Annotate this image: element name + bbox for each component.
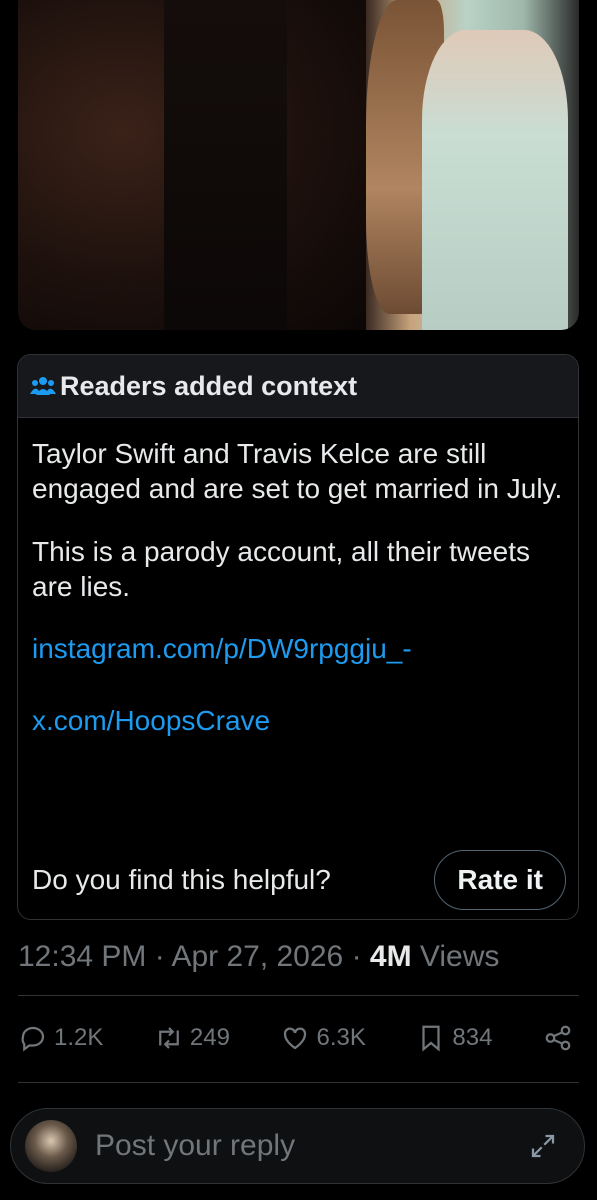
photo-dress	[421, 30, 568, 330]
reply-button[interactable]: 1.2K	[18, 1023, 103, 1053]
like-icon	[284, 1027, 307, 1050]
repost-count: 249	[189, 1024, 230, 1051]
rate-question: Do you find this helpful?	[32, 864, 331, 895]
community-note: Readers added context Taylor Swift and T…	[17, 354, 579, 920]
repost-icon	[159, 1027, 179, 1049]
community-note-header: Readers added context	[18, 355, 578, 418]
reply-count: 1.2K	[54, 1024, 104, 1051]
bookmark-icon	[422, 1025, 441, 1052]
share-icon	[545, 1025, 571, 1051]
note-link-x[interactable]: x.com/HoopsCrave	[32, 704, 566, 738]
post-meta: 12:34 PM · Apr 27, 2026 · 4M Views	[18, 940, 499, 974]
views-count: 4M	[369, 940, 412, 973]
bookmark-count: 834	[452, 1024, 493, 1051]
rate-it-button[interactable]: Rate it	[434, 850, 566, 910]
note-rate-row: Do you find this helpful? Rate it	[18, 840, 578, 919]
post-date[interactable]: Apr 27, 2026	[171, 940, 343, 973]
people-icon	[30, 377, 56, 395]
note-link-instagram[interactable]: instagram.com/p/DW9rpggju_-	[32, 632, 566, 666]
community-note-title: Readers added context	[60, 370, 358, 401]
like-count: 6.3K	[316, 1024, 366, 1051]
divider	[18, 1082, 579, 1083]
post-actions: 1.2K 249 6.3K 834	[18, 1016, 579, 1060]
share-button[interactable]	[543, 1023, 579, 1053]
like-button[interactable]: 6.3K	[280, 1023, 366, 1053]
reply-composer[interactable]: Post your reply	[10, 1108, 585, 1184]
community-note-body: Taylor Swift and Travis Kelce are still …	[18, 418, 578, 738]
views-label: Views	[411, 940, 500, 973]
reply-input[interactable]: Post your reply	[95, 1129, 528, 1163]
expand-icon[interactable]	[528, 1131, 558, 1161]
post-time[interactable]: 12:34 PM	[18, 940, 146, 973]
divider	[18, 995, 579, 996]
repost-button[interactable]: 249	[154, 1023, 230, 1053]
note-paragraph-2: This is a parody account, all their twee…	[32, 536, 531, 602]
meta-separator: ·	[343, 940, 370, 973]
reply-icon	[21, 1026, 45, 1052]
note-paragraph-1: Taylor Swift and Travis Kelce are still …	[32, 438, 563, 504]
bookmark-button[interactable]: 834	[416, 1023, 492, 1053]
post-photo[interactable]	[18, 0, 579, 330]
photo-shirt	[163, 0, 288, 330]
meta-separator: ·	[146, 940, 172, 973]
avatar	[25, 1120, 77, 1172]
